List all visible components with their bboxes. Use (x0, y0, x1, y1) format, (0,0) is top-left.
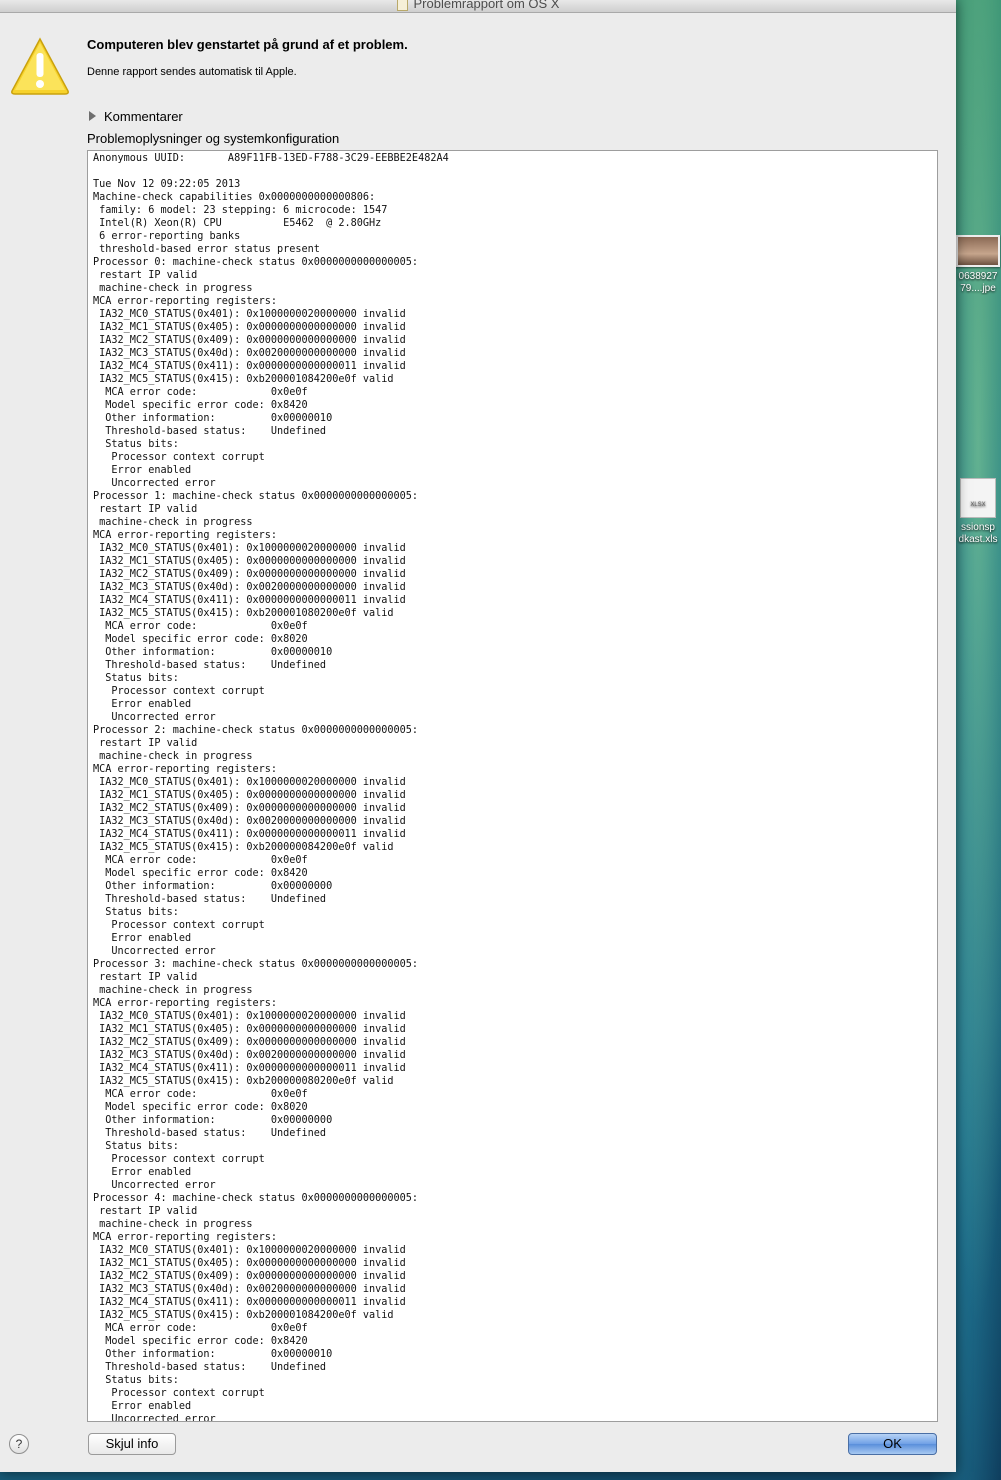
ok-button[interactable]: OK (848, 1433, 937, 1455)
help-button[interactable]: ? (9, 1434, 29, 1454)
desktop-file-label-line2: 79....jpe (960, 283, 996, 294)
xlsx-file-icon: XLSX (960, 478, 996, 518)
hide-info-button[interactable]: Skjul info (88, 1433, 176, 1455)
report-text: Anonymous UUID: A89F11FB-13ED-F788-3C29-… (93, 153, 449, 1422)
desktop-file-image[interactable]: 0638927 79....jpe (955, 235, 1001, 295)
xlsx-thumb-text: XLSX (970, 502, 986, 508)
dialog-headline: Computeren blev genstartet på grund af e… (87, 37, 408, 52)
warning-icon (11, 37, 69, 95)
document-icon (396, 0, 408, 12)
details-section-label: Problemoplysninger og systemkonfiguratio… (87, 131, 340, 146)
report-text-area[interactable]: Anonymous UUID: A89F11FB-13ED-F788-3C29-… (87, 150, 938, 1422)
desktop-file-label-line1: 0638927 (958, 271, 998, 282)
dialog-subline: Denne rapport sendes automatisk til Appl… (87, 66, 297, 78)
window-title-wrap: Problemrapport om OS X (0, 0, 956, 12)
desktop-file-label-line2: dkast.xls (958, 534, 998, 545)
desktop-file-xlsx[interactable]: XLSX ssionsp dkast.xls (955, 478, 1001, 546)
comments-disclosure[interactable]: Kommentarer (89, 108, 183, 124)
image-file-icon (956, 235, 1000, 267)
desktop-file-label-line1: ssionsp (961, 522, 995, 533)
title-bar[interactable]: Problemrapport om OS X (0, 0, 956, 13)
comments-label: Kommentarer (104, 108, 183, 124)
problem-report-window: Problemrapport om OS X Computeren blev g… (0, 0, 956, 1472)
disclosure-triangle-icon (89, 111, 96, 121)
window-title: Problemrapport om OS X (413, 0, 560, 11)
